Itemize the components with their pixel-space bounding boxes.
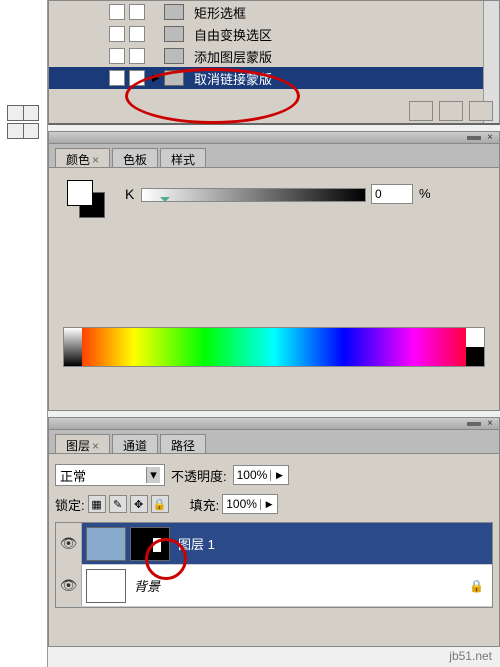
- arrow-right-icon[interactable]: ▶: [270, 470, 287, 481]
- k-slider[interactable]: [141, 188, 366, 202]
- percent-label: %: [419, 186, 431, 201]
- minimize-icon[interactable]: [467, 136, 481, 140]
- visibility-eye-icon[interactable]: 👁: [56, 565, 82, 606]
- lock-transparency-icon[interactable]: ▦: [88, 495, 106, 513]
- dock-layout-icon[interactable]: [7, 123, 39, 139]
- layer-thumbnail[interactable]: [86, 527, 126, 561]
- unlink-mask-icon: [164, 70, 184, 86]
- panel-titlebar[interactable]: ×: [49, 132, 499, 144]
- current-step-arrow: ▶: [152, 73, 160, 84]
- close-icon[interactable]: ×: [485, 419, 495, 429]
- k-value-input[interactable]: [371, 184, 413, 204]
- opacity-label: 不透明度:: [171, 466, 227, 485]
- foreground-swatch[interactable]: [67, 180, 93, 206]
- history-item[interactable]: 自由变换选区: [49, 23, 499, 45]
- history-panel: 矩形选框 自由变换选区 添加图层蒙版 ▶ 取消链接蒙版: [48, 0, 500, 125]
- layer-name[interactable]: 图层 1: [178, 534, 215, 553]
- close-icon[interactable]: ×: [485, 133, 495, 143]
- dock-layout-icon[interactable]: [7, 105, 39, 121]
- tab-layers[interactable]: 图层×: [55, 434, 110, 453]
- layer-list: 👁 图层 1 👁 背景 🔒: [55, 522, 493, 608]
- lock-image-icon[interactable]: ✎: [109, 495, 127, 513]
- blend-mode-select[interactable]: 正常▾: [55, 464, 165, 486]
- color-panel: × 颜色× 色板 样式 K %: [48, 131, 500, 411]
- marquee-icon: [164, 4, 184, 20]
- opacity-input[interactable]: 100%▶: [233, 465, 289, 485]
- fill-input[interactable]: 100%▶: [222, 494, 278, 514]
- layer-mask-thumbnail[interactable]: [130, 527, 170, 561]
- transform-icon: [164, 26, 184, 42]
- chevron-down-icon: ▾: [146, 467, 160, 483]
- layer-row[interactable]: 👁 背景 🔒: [56, 565, 492, 607]
- layer-row-selected[interactable]: 👁 图层 1: [56, 523, 492, 565]
- layers-panel: × 图层× 通道 路径 正常▾ 不透明度: 100%▶ 锁定: ▦ ✎ ✥: [48, 417, 500, 647]
- lock-label: 锁定:: [55, 495, 85, 514]
- history-item[interactable]: 矩形选框: [49, 1, 499, 23]
- new-document-button[interactable]: [439, 101, 463, 121]
- new-snapshot-button[interactable]: [409, 101, 433, 121]
- watermark: jb51.net: [449, 649, 492, 663]
- tab-color[interactable]: 颜色×: [55, 148, 110, 167]
- color-spectrum[interactable]: [63, 327, 485, 367]
- delete-button[interactable]: [469, 101, 493, 121]
- layer-name[interactable]: 背景: [134, 576, 160, 595]
- panel-titlebar[interactable]: ×: [49, 418, 499, 430]
- add-mask-icon: [164, 48, 184, 64]
- fill-label: 填充:: [190, 495, 220, 514]
- lock-all-icon[interactable]: 🔒: [151, 495, 169, 513]
- lock-icon: 🔒: [469, 579, 484, 593]
- tab-styles[interactable]: 样式: [160, 148, 206, 167]
- minimize-icon[interactable]: [467, 422, 481, 426]
- visibility-eye-icon[interactable]: 👁: [56, 523, 82, 564]
- tab-swatches[interactable]: 色板: [112, 148, 158, 167]
- layer-thumbnail[interactable]: [86, 569, 126, 603]
- history-item-selected[interactable]: ▶ 取消链接蒙版: [49, 67, 499, 89]
- k-channel-label: K: [125, 186, 134, 202]
- tab-paths[interactable]: 路径: [160, 434, 206, 453]
- history-item[interactable]: 添加图层蒙版: [49, 45, 499, 67]
- arrow-right-icon[interactable]: ▶: [260, 499, 277, 510]
- lock-position-icon[interactable]: ✥: [130, 495, 148, 513]
- tab-channels[interactable]: 通道: [112, 434, 158, 453]
- canvas-area: [0, 0, 48, 667]
